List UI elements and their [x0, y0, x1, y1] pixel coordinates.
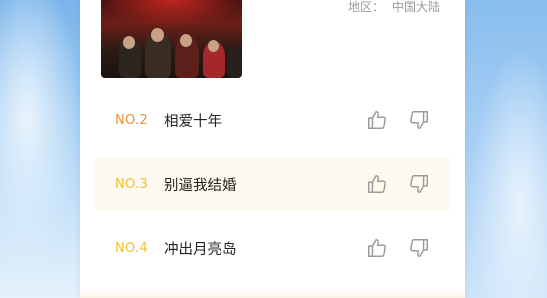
rank-number: NO.4: [115, 240, 149, 256]
thumbs-up-icon[interactable]: [366, 237, 388, 259]
show-title[interactable]: 相爱十年: [164, 110, 366, 131]
thumbs-down-icon[interactable]: [408, 109, 430, 131]
sky-background-left: [0, 0, 90, 298]
thumbs-up-icon[interactable]: [366, 109, 388, 131]
show-title[interactable]: 别逼我结婚: [164, 174, 366, 195]
ranking-card: 地区： 中国大陆 NO.2 相爱十年 NO.3 别逼我结婚 NO.4 冲出月亮岛: [80, 0, 465, 298]
rank-number: NO.2: [115, 112, 149, 128]
thumbs-up-icon[interactable]: [366, 173, 388, 195]
thumbs-down-icon[interactable]: [408, 173, 430, 195]
show-title[interactable]: 冲出月亮岛: [164, 238, 366, 259]
region-label: 地区：: [348, 0, 385, 14]
region-value: 中国大陆: [392, 0, 441, 14]
movie-poster[interactable]: [101, 0, 242, 78]
thumbs-down-icon[interactable]: [408, 237, 430, 259]
rank-number: NO.3: [115, 176, 149, 192]
sky-background-right: [457, 0, 547, 298]
ranking-row-3[interactable]: NO.3 别逼我结婚: [95, 158, 450, 210]
ranking-row-2[interactable]: NO.2 相爱十年: [95, 94, 450, 146]
region-info: 地区： 中国大陆: [348, 0, 440, 15]
ranking-row-4[interactable]: NO.4 冲出月亮岛: [95, 222, 450, 274]
next-row-edge: [80, 288, 465, 298]
